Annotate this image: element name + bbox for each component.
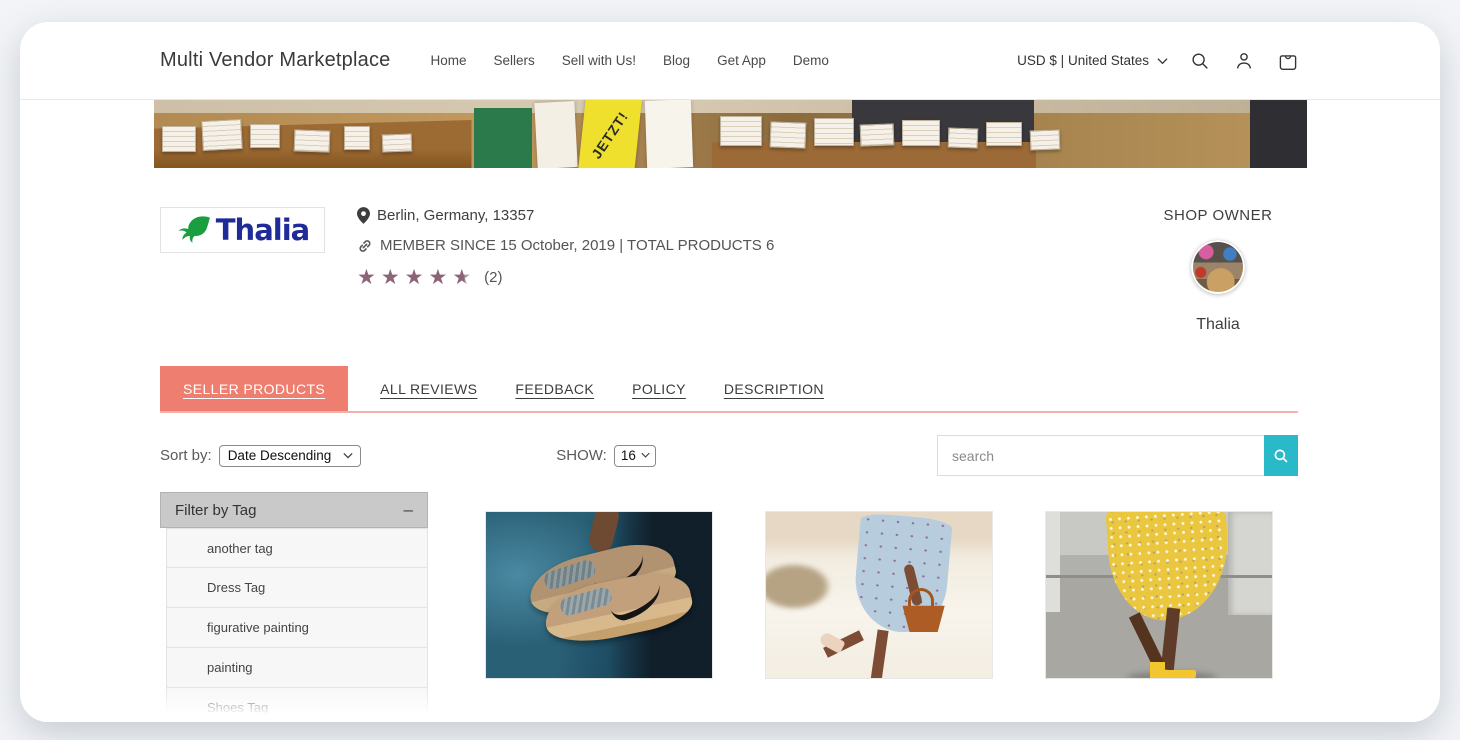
product-image-blue-dress[interactable] — [765, 511, 993, 679]
seller-rating: ★★★★★ (2) — [357, 267, 1158, 288]
book-stack — [986, 122, 1022, 146]
currency-country-selector[interactable]: USD $ | United States — [1017, 53, 1168, 68]
tab-policy[interactable]: POLICY — [615, 366, 703, 411]
seller-location-text: Berlin, Germany, 13357 — [377, 207, 534, 224]
banner-dark-box — [1250, 100, 1307, 168]
chevron-down-icon — [343, 452, 353, 459]
pillar — [1228, 512, 1272, 615]
product-grid — [485, 511, 1273, 722]
banner-background — [154, 100, 1307, 113]
yellow-heel — [1164, 670, 1196, 678]
sort-select-value: Date Descending — [228, 448, 332, 463]
account-icon[interactable] — [1232, 49, 1256, 73]
banner-white-sign — [534, 101, 577, 168]
book-stack — [859, 123, 894, 146]
product-image-sneakers[interactable] — [485, 511, 713, 679]
tag-figurative-painting[interactable]: figurative painting — [167, 608, 427, 648]
show-label: SHOW: — [556, 447, 607, 464]
sort-label: Sort by: — [160, 447, 212, 464]
seller-member-since: MEMBER SINCE 15 October, 2019 | TOTAL PR… — [357, 237, 1158, 254]
seller-logo-text: Thalia — [216, 213, 309, 247]
book-stack — [902, 120, 940, 146]
book-stack — [250, 124, 280, 148]
products-toolbar: Sort by: Date Descending SHOW: 16 — [160, 435, 1298, 476]
nav-blog[interactable]: Blog — [663, 53, 690, 68]
product-search-input[interactable] — [937, 435, 1264, 476]
shop-owner-name: Thalia — [1158, 316, 1278, 334]
filter-by-tag-header[interactable]: Filter by Tag – — [160, 492, 428, 528]
tag-another-tag[interactable]: another tag — [167, 528, 427, 568]
thalia-sprite-icon — [176, 215, 212, 245]
nav-demo[interactable]: Demo — [793, 53, 829, 68]
chevron-down-icon — [1157, 57, 1168, 65]
book-stack — [814, 118, 854, 146]
shop-owner-block: SHOP OWNER Thalia — [1158, 207, 1278, 334]
seller-tabs: SELLER PRODUCTS ALL REVIEWS FEEDBACK POL… — [160, 366, 1298, 413]
yellow-heel — [1150, 662, 1165, 678]
book-stack — [162, 126, 196, 152]
filter-title: Filter by Tag — [175, 502, 256, 519]
pillar — [1046, 512, 1060, 612]
banner-yellow-sign: JETZT! — [578, 100, 642, 168]
nav-home[interactable]: Home — [430, 53, 466, 68]
tab-seller-products[interactable]: SELLER PRODUCTS — [160, 366, 348, 411]
main-nav: Home Sellers Sell with Us! Blog Get App … — [430, 53, 828, 68]
product-image-yellow-dress[interactable] — [1045, 511, 1273, 679]
shop-owner-avatar — [1191, 240, 1245, 294]
collapse-icon: – — [404, 500, 413, 520]
nav-get-app[interactable]: Get App — [717, 53, 766, 68]
magnifier-icon — [1272, 447, 1290, 465]
search-icon[interactable] — [1188, 49, 1212, 73]
book-stack — [947, 127, 978, 148]
shop-owner-label: SHOP OWNER — [1158, 207, 1278, 224]
product-search-button[interactable] — [1264, 435, 1298, 476]
tag-painting[interactable]: painting — [167, 648, 427, 688]
shop-banner-image: JETZT! — [154, 100, 1307, 168]
rating-stars: ★★★★★ — [357, 267, 476, 288]
rating-count: (2) — [484, 269, 502, 286]
filter-by-tag-panel: Filter by Tag – another tag Dress Tag fi… — [160, 492, 428, 722]
tab-feedback[interactable]: FEEDBACK — [498, 366, 611, 411]
tag-dress-tag[interactable]: Dress Tag — [167, 568, 427, 608]
banner-sign-text: JETZT! — [588, 108, 631, 161]
show-select-value: 16 — [621, 448, 636, 463]
leg — [871, 629, 889, 679]
tag-shoes-tag[interactable]: Shoes Tag — [167, 688, 427, 722]
site-logo[interactable]: Multi Vendor Marketplace — [160, 49, 390, 72]
link-icon — [357, 238, 373, 254]
sort-select[interactable]: Date Descending — [219, 445, 362, 467]
nav-sellers[interactable]: Sellers — [493, 53, 534, 68]
seller-member-text: MEMBER SINCE 15 October, 2019 | TOTAL PR… — [380, 237, 774, 254]
seller-info-section: Thalia Berlin, Germany, 13357 MEMBER SIN… — [160, 207, 1298, 334]
location-pin-icon — [357, 207, 370, 224]
seller-location: Berlin, Germany, 13357 — [357, 207, 1158, 224]
site-header: Multi Vendor Marketplace Home Sellers Se… — [20, 22, 1440, 100]
chevron-down-icon — [641, 452, 650, 458]
book-stack — [293, 129, 330, 152]
book-stack — [769, 121, 806, 148]
banner-white-sign-2 — [644, 100, 692, 168]
book-stack — [344, 126, 370, 150]
tab-all-reviews[interactable]: ALL REVIEWS — [363, 366, 494, 411]
book-stack — [1029, 129, 1060, 150]
show-select[interactable]: 16 — [614, 445, 656, 467]
cart-icon[interactable] — [1276, 49, 1300, 73]
page-card: Multi Vendor Marketplace Home Sellers Se… — [20, 22, 1440, 722]
tab-description[interactable]: DESCRIPTION — [707, 366, 841, 411]
background-rocks — [765, 558, 848, 614]
nav-sell-with-us[interactable]: Sell with Us! — [562, 53, 636, 68]
book-stack — [381, 133, 412, 152]
book-stack — [720, 116, 762, 146]
currency-country-label: USD $ | United States — [1017, 53, 1149, 68]
seller-logo: Thalia — [160, 207, 325, 253]
banner-green-panel — [474, 108, 532, 168]
book-stack — [201, 119, 243, 151]
